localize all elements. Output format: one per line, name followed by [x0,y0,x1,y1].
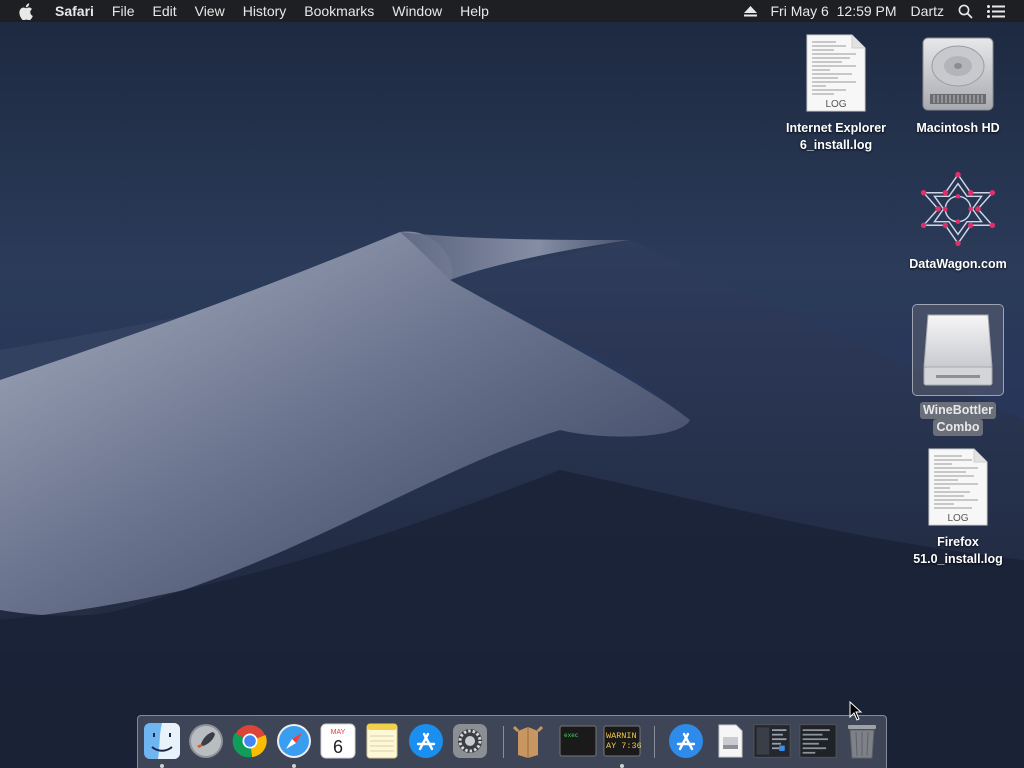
dock: MAY 6 exec WARNIN AY 7:36 [137,715,887,768]
desktop-icon-macintosh-hd[interactable]: Macintosh HD [898,32,1018,137]
log-badge: LOG [825,99,846,110]
menu-user[interactable]: Dartz [904,0,951,22]
console-line1: WARNIN [606,731,637,741]
log-file-icon: LOG [920,446,996,528]
terminal-text: exec [564,732,579,739]
dock-separator [503,726,504,758]
mouse-cursor-icon [849,701,863,721]
dock-screenshot-2[interactable] [799,722,837,760]
menu-bookmarks[interactable]: Bookmarks [295,0,383,22]
menu-history[interactable]: History [234,0,296,22]
dock-screenshot-1[interactable] [753,722,791,760]
running-indicator [292,764,296,768]
log-badge: LOG [947,513,968,524]
notes-icon [366,723,398,759]
desktop-icon-winebottler-combo[interactable]: WineBottler Combo [898,304,1018,436]
console-icon: WARNIN AY 7:36 [603,725,641,757]
document-icon [718,724,743,758]
menu-window[interactable]: Window [383,0,451,22]
dock-document[interactable] [711,722,749,760]
desktop-icon-datawagon[interactable]: DataWagon.com [898,168,1018,273]
dock-notes[interactable] [363,722,401,760]
calendar-month: MAY [331,729,346,736]
screenshot-thumbnail-icon [799,724,837,758]
dock-archive-utility[interactable] [509,722,547,760]
gear-icon [453,724,487,758]
chrome-icon [232,725,267,758]
desktop-icon-ie6-log[interactable]: LOG Internet Explorer 6_install.log [776,32,896,154]
menu-edit[interactable]: Edit [143,0,185,22]
spotlight-search-icon[interactable] [951,4,980,19]
calendar-icon: MAY 6 [320,723,356,759]
dock-app-store[interactable] [407,722,445,760]
dock-applications-folder[interactable] [667,722,705,760]
dock-finder[interactable] [143,722,181,768]
datawagon-icon [920,168,996,250]
eject-icon[interactable] [737,5,764,17]
dock-terminal[interactable]: exec [559,722,597,760]
menu-clock[interactable]: Fri May 6 12:59 PM [764,0,904,22]
dock-console[interactable]: WARNIN AY 7:36 [603,722,641,768]
desktop-icon-label: Macintosh HD [916,121,1000,135]
app-menu-safari[interactable]: Safari [46,0,103,22]
desktop-icon-label: WineBottler Combo [898,402,1018,436]
launchpad-rocket-icon [189,724,223,758]
safari-compass-icon [277,724,311,758]
console-line2: AY 7:36 [606,741,641,751]
apple-menu-icon[interactable] [0,2,46,20]
dock-system-preferences[interactable] [451,722,489,760]
log-file-icon: LOG [798,32,874,114]
dock-trash[interactable] [843,722,881,760]
archive-box-icon [512,725,544,758]
menu-bar: Safari File Edit View History Bookmarks … [0,0,1024,22]
dock-google-chrome[interactable] [231,722,269,760]
notification-center-icon[interactable] [980,4,1012,18]
menu-file[interactable]: File [103,0,144,22]
calendar-day: 6 [333,737,343,757]
finder-icon [144,723,180,759]
app-store-icon [409,724,443,758]
hard-drive-icon [920,32,996,114]
desktop-icon-firefox-log[interactable]: LOG Firefox 51.0_install.log [898,446,1018,568]
terminal-icon: exec [559,725,597,757]
dock-launchpad[interactable] [187,722,225,760]
menu-help[interactable]: Help [451,0,498,22]
menu-view[interactable]: View [186,0,234,22]
desktop-icon-label: Internet Explorer 6_install.log [785,121,887,152]
dock-safari[interactable] [275,722,313,768]
disk-image-icon [912,304,1004,396]
dock-separator [654,726,655,758]
running-indicator [160,764,164,768]
desktop-icon-label: Firefox 51.0_install.log [913,535,1003,566]
running-indicator [620,764,624,768]
screenshot-thumbnail-icon [753,724,791,758]
dock-calendar[interactable]: MAY 6 [319,722,357,760]
applications-folder-icon [669,724,703,758]
desktop-icon-label: DataWagon.com [909,257,1007,271]
trash-icon [848,725,876,759]
